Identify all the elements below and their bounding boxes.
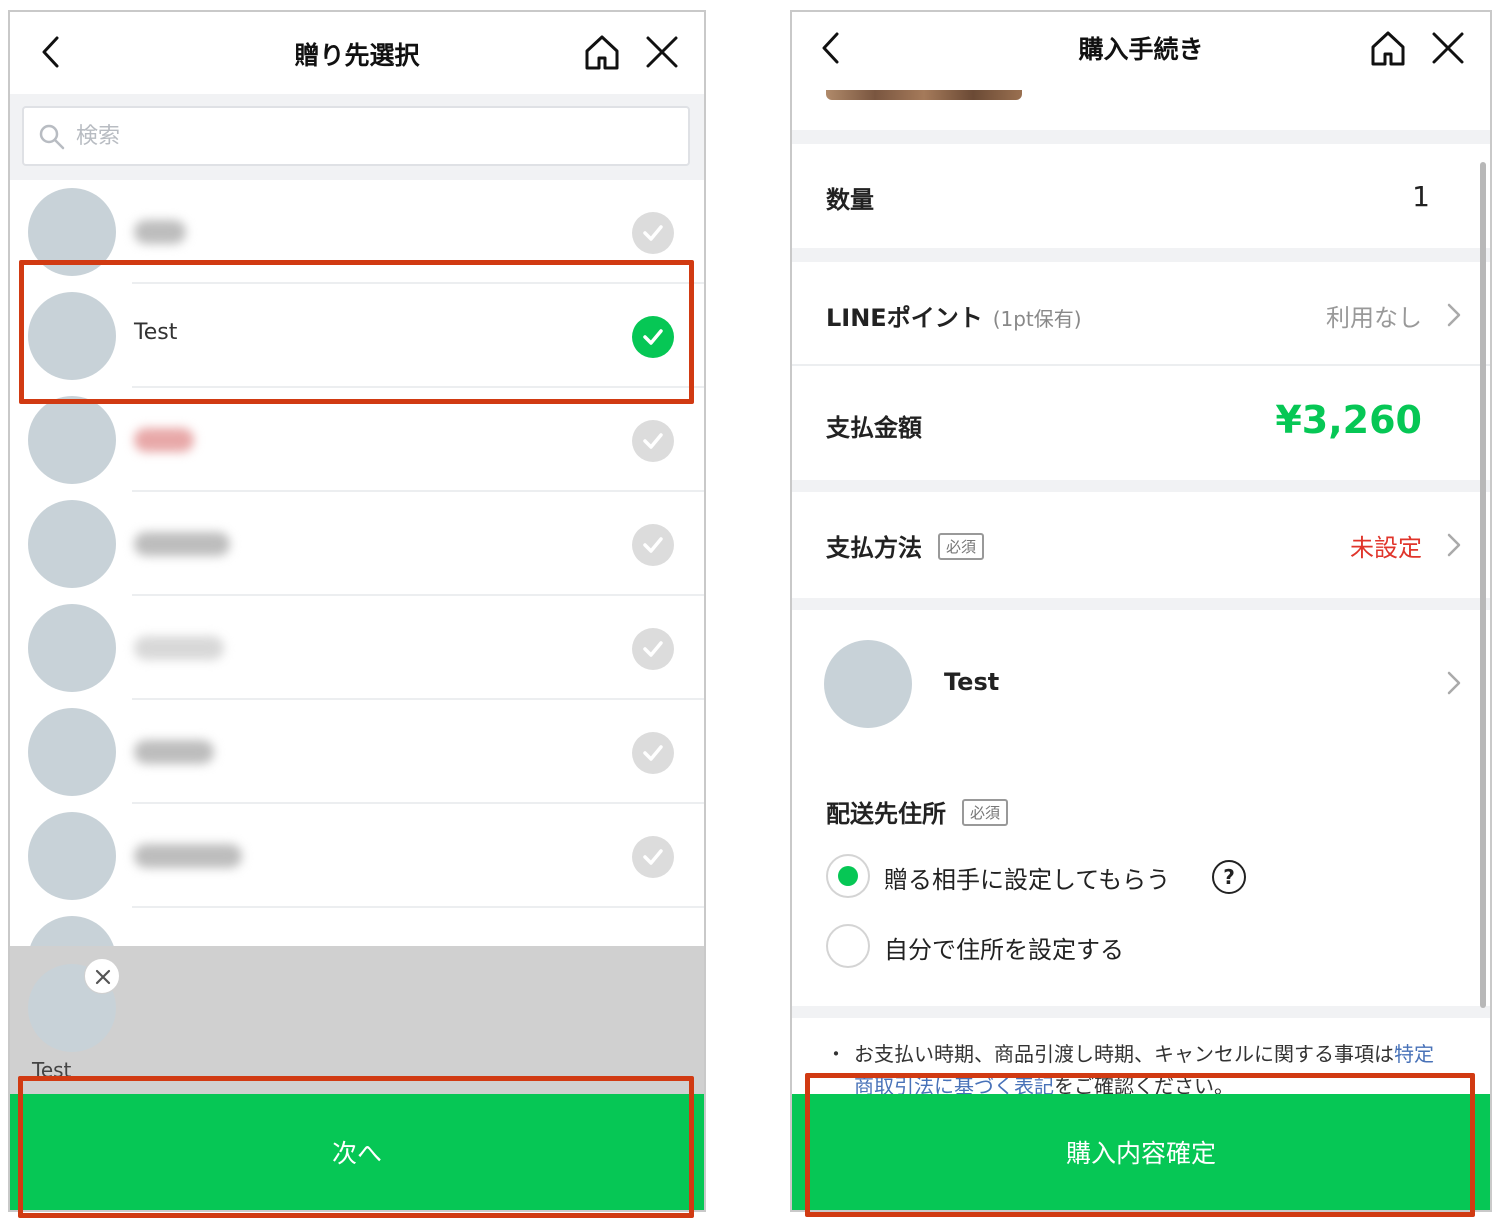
check-icon[interactable] [632,524,674,566]
check-icon[interactable] [632,212,674,254]
confirm-purchase-button[interactable]: 購入内容確定 [792,1094,1490,1210]
chevron-right-icon[interactable] [1446,670,1462,696]
radio-label[interactable]: 贈る相手に設定してもらう [884,860,1170,895]
check-icon[interactable] [632,732,674,774]
avatar [28,188,116,276]
quantity-row: 数量 1 [792,144,1490,248]
payment-method-row[interactable]: 支払方法 必須 未設定 [792,492,1490,598]
line-points-label: LINEポイント (1pt保有) [826,304,1082,332]
friend-row[interactable] [10,908,704,946]
line-points-value: 利用なし [1326,304,1422,332]
home-icon[interactable] [1368,28,1408,68]
shipping-label: 配送先住所 必須 [826,794,1009,829]
friend-row[interactable] [10,596,704,700]
blurred-name [134,428,194,452]
line-points-row[interactable]: LINEポイント (1pt保有) 利用なし [792,262,1490,366]
chevron-right-icon [1447,533,1461,557]
avatar [28,500,116,588]
friend-row[interactable] [10,180,704,284]
scrollbar[interactable] [1480,162,1486,1008]
check-selected-icon[interactable] [632,316,674,358]
radio-self-sets-address[interactable] [826,924,870,968]
avatar [28,604,116,692]
bullet: ・ [826,1042,846,1066]
required-badge: 必須 [938,532,985,560]
friend-row-selected[interactable]: Test [10,284,704,388]
section-gap [792,130,1490,144]
recipient-select-screen: 贈り先選択 Test [8,10,706,1212]
home-icon[interactable] [582,32,622,72]
blurred-name [134,636,224,660]
blurred-name [134,844,242,868]
recipient-name[interactable]: Test [944,668,999,696]
quantity-value: 1 [1412,180,1430,213]
amount-row: 支払金額 ¥3,260 [792,368,1490,480]
chevron-right-icon [1447,303,1461,327]
selected-recipients-panel: Test [10,946,704,1094]
close-icon[interactable] [1428,28,1468,68]
section-gap [792,480,1490,492]
header: 贈り先選択 [10,12,704,94]
radio-label[interactable]: 自分で住所を設定する [884,930,1124,965]
amount-value: ¥3,260 [1275,398,1422,442]
product-image [826,90,1022,100]
check-icon[interactable] [632,420,674,462]
blurred-name [134,532,230,556]
search-bar [10,94,704,180]
friend-row[interactable] [10,804,704,908]
amount-label: 支払金額 [826,414,922,442]
help-icon[interactable]: ? [1212,860,1246,894]
friend-row[interactable] [10,388,704,492]
friend-row[interactable] [10,700,704,804]
checkout-screen: 購入手続き 数量 1 LINEポイント (1pt保有) 利用なし 支払金額 ¥3,… [790,10,1492,1212]
friend-row[interactable] [10,492,704,596]
radio-recipient-sets-address[interactable] [826,854,870,898]
points-balance: (1pt保有) [992,307,1082,331]
recipient-avatar [824,640,912,728]
section-gap [792,1006,1490,1018]
close-icon[interactable] [642,32,682,72]
friend-name: Test [134,320,178,345]
search-box[interactable] [22,106,690,166]
section-gap [792,598,1490,610]
notice-text: ・お支払い時期、商品引渡し時期、キャンセルに関する事項は特定商取引法に基づく表記… [826,1038,1446,1102]
avatar [28,812,116,900]
avatar [28,292,116,380]
search-input[interactable] [76,114,476,158]
quantity-label: 数量 [826,186,874,214]
avatar [28,708,116,796]
remove-icon[interactable] [84,958,120,994]
next-button[interactable]: 次へ [10,1094,704,1210]
recipient-section: Test 配送先住所 必須 贈る相手に設定してもらう ? 自分で住所を設定する [792,610,1490,1006]
payment-method-label: 支払方法 必須 [826,528,985,563]
blurred-name [134,740,214,764]
check-icon[interactable] [632,836,674,878]
blurred-name [134,220,186,244]
required-badge: 必須 [962,798,1009,826]
search-icon [39,124,65,150]
selected-name: Test [32,1058,72,1082]
section-gap [792,248,1490,262]
header: 購入手続き [792,12,1490,94]
check-icon[interactable] [632,628,674,670]
payment-method-value: 未設定 [1350,534,1422,562]
avatar [28,396,116,484]
friend-list: Test [10,180,704,946]
avatar [28,916,116,946]
